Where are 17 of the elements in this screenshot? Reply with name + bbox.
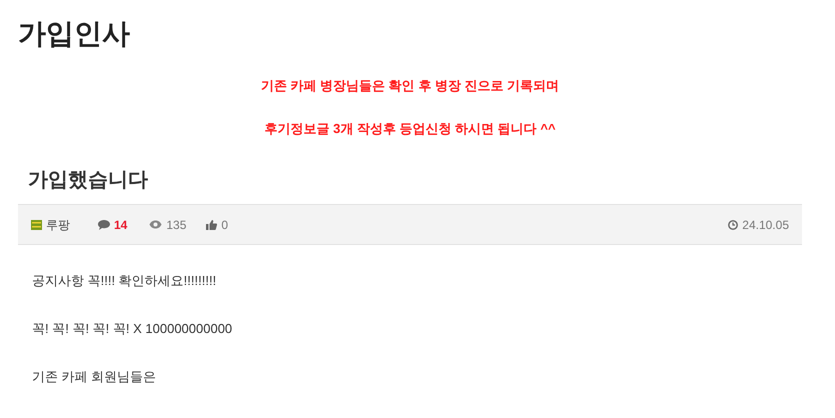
post-date: 24.10.05 — [742, 216, 789, 234]
level-icon — [31, 220, 42, 230]
author-name[interactable]: 루팡 — [46, 216, 70, 234]
post-title: 가입했습니다 — [28, 168, 148, 193]
body-paragraph: 공지사항 꼭!!!! 확인하세요!!!!!!!!! — [32, 272, 216, 290]
body-paragraph: 꼭! 꼭! 꼭! 꼭! 꼭! X 100000000000 — [32, 320, 232, 338]
notice-text: 후기정보글 3개 작성후 등업신청 하시면 됩니다 ^^ — [264, 120, 556, 138]
comment-count: 14 — [114, 216, 128, 234]
clock-icon — [728, 220, 738, 230]
body-paragraph: 기존 카페 회원님들은 — [32, 368, 156, 386]
thumbs-up-icon — [206, 220, 218, 230]
notice-text: 기존 카페 병장님들은 확인 후 병장 진으로 기록되며 — [260, 77, 560, 95]
like-count: 0 — [221, 216, 228, 234]
eye-icon — [149, 220, 162, 229]
speech-bubble-icon — [98, 220, 110, 230]
view-count: 135 — [166, 216, 186, 234]
board-title: 가입인사 — [18, 17, 130, 51]
